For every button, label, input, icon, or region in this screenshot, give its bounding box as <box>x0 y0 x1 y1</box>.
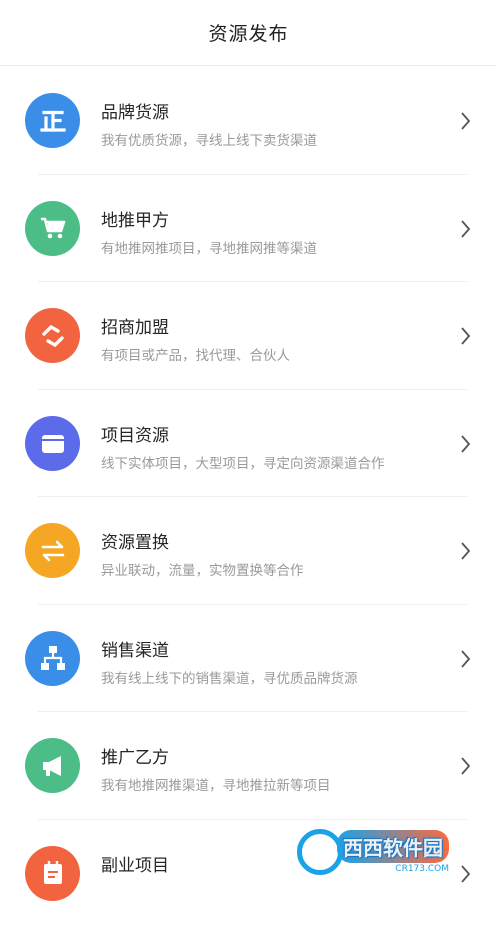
item-description: 异业联动，流量，实物置换等合作 <box>101 559 304 579</box>
page-title: 资源发布 <box>208 19 288 46</box>
resource-list: 品牌货源 我有优质货源，寻线上线下卖货渠道 地推甲方 有地推网推项目，寻地推网推… <box>0 67 497 927</box>
item-title: 招商加盟 <box>101 313 169 338</box>
folder-icon <box>25 416 80 471</box>
item-title: 副业项目 <box>101 851 169 876</box>
item-description: 线下实体项目，大型项目，寻定向资源渠道合作 <box>101 452 385 472</box>
watermark-logo: 西西软件园 CR173.COM <box>297 827 487 877</box>
zheng-icon <box>25 93 80 148</box>
list-item-franchise[interactable]: 招商加盟 有项目或产品，找代理、合伙人 <box>0 282 497 390</box>
item-title: 资源置换 <box>101 528 169 553</box>
item-title: 地推甲方 <box>101 206 169 231</box>
list-item-promotion-party-b[interactable]: 推广乙方 我有地推网推渠道，寻地推拉新等项目 <box>0 712 497 820</box>
chevron-right-icon <box>460 541 471 561</box>
chevron-right-icon <box>460 434 471 454</box>
item-description: 我有线上线下的销售渠道，寻优质品牌货源 <box>101 667 358 687</box>
chevron-right-icon <box>460 756 471 776</box>
header: 资源发布 <box>0 0 497 66</box>
watermark-url: CR173.COM <box>337 864 449 874</box>
chevron-right-icon <box>460 219 471 239</box>
item-description: 有地推网推项目，寻地推网推等渠道 <box>101 237 317 257</box>
item-description: 我有优质货源，寻线上线下卖货渠道 <box>101 129 317 149</box>
item-title: 推广乙方 <box>101 743 169 768</box>
item-title: 品牌货源 <box>101 98 169 123</box>
chevron-right-icon <box>460 326 471 346</box>
item-description: 我有地推网推渠道，寻地推拉新等项目 <box>101 774 331 794</box>
chevron-right-icon <box>460 649 471 669</box>
network-icon <box>25 631 80 686</box>
item-description: 有项目或产品，找代理、合伙人 <box>101 344 290 364</box>
watermark-text: 西西软件园 <box>337 830 449 863</box>
megaphone-icon <box>25 738 80 793</box>
list-item-ground-promotion-party-a[interactable]: 地推甲方 有地推网推项目，寻地推网推等渠道 <box>0 175 497 283</box>
list-item-brand-goods[interactable]: 品牌货源 我有优质货源，寻线上线下卖货渠道 <box>0 67 497 175</box>
list-item-resource-exchange[interactable]: 资源置换 异业联动，流量，实物置换等合作 <box>0 497 497 605</box>
list-item-project-resources[interactable]: 项目资源 线下实体项目，大型项目，寻定向资源渠道合作 <box>0 390 497 498</box>
calendar-icon <box>25 846 80 901</box>
list-item-sales-channels[interactable]: 销售渠道 我有线上线下的销售渠道，寻优质品牌货源 <box>0 605 497 713</box>
exchange-icon <box>25 523 80 578</box>
handshake-icon <box>25 308 80 363</box>
item-title: 销售渠道 <box>101 636 169 661</box>
chevron-right-icon <box>460 111 471 131</box>
cart-icon <box>25 201 80 256</box>
item-title: 项目资源 <box>101 421 169 446</box>
